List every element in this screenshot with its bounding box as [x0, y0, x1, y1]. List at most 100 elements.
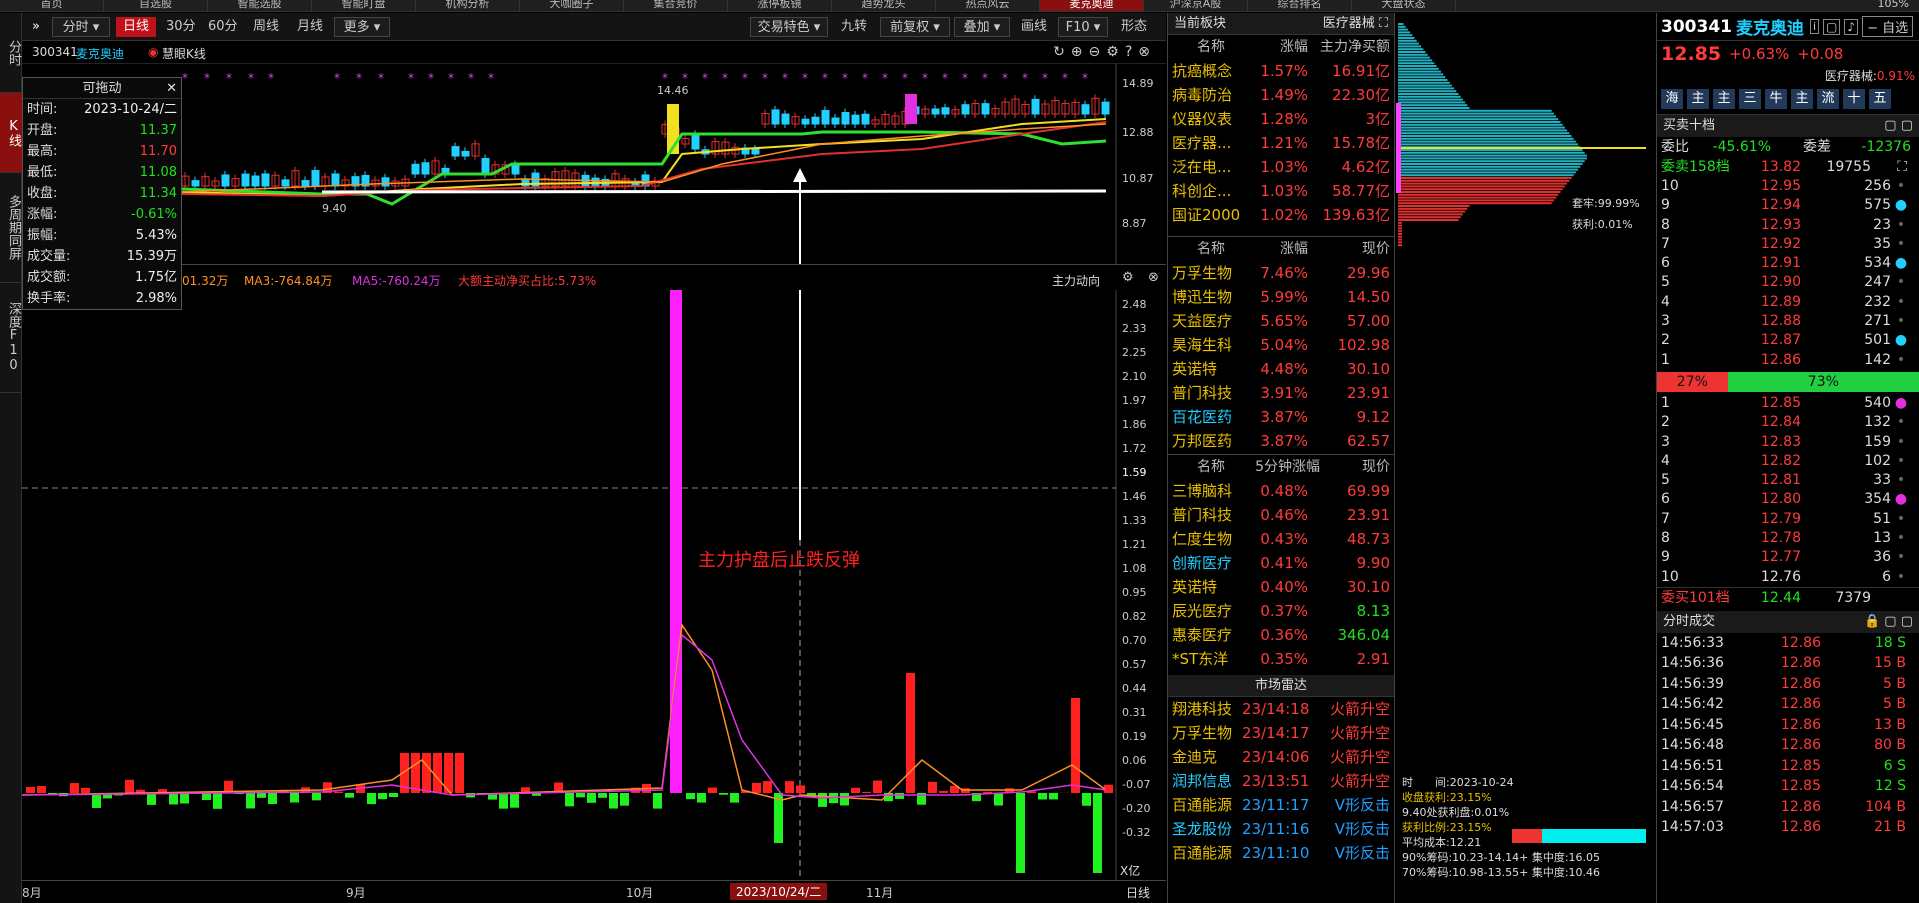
- left-tab-timeshare[interactable]: 分时: [0, 13, 22, 93]
- sector-row[interactable]: 万孚生物 7.46% 29.96: [1168, 261, 1394, 285]
- tool-pattern[interactable]: 形态: [1112, 17, 1156, 37]
- close-icon[interactable]: ⊗: [1148, 270, 1159, 285]
- sector-row[interactable]: 辰光医疗 0.37% 8.13: [1168, 599, 1394, 623]
- quote-tool-button[interactable]: 主: [1791, 89, 1813, 109]
- sector-row[interactable]: *ST东洋 0.35% 2.91: [1168, 647, 1394, 671]
- sector-row[interactable]: 天益医疗 5.65% 57.00: [1168, 309, 1394, 333]
- chevron-down-icon[interactable]: ◉: [148, 45, 158, 59]
- help-icon[interactable]: ?: [1125, 44, 1138, 60]
- info-icon[interactable]: i: [1809, 19, 1820, 34]
- row-name: 病毒防治: [1172, 86, 1233, 104]
- period-60min[interactable]: 60分: [202, 17, 242, 37]
- left-tab-multiperiod[interactable]: 多周期同屏: [0, 173, 22, 283]
- edit-icon[interactable]: ▢: [1823, 18, 1841, 35]
- quote-tool-button[interactable]: 十: [1843, 89, 1865, 109]
- period-label[interactable]: 日线: [1126, 884, 1150, 901]
- sector-row[interactable]: 万邦医药 3.87% 62.57: [1168, 429, 1394, 453]
- left-tab-kline[interactable]: K线: [0, 93, 22, 173]
- quote-tool-button[interactable]: 主: [1687, 89, 1709, 109]
- sector-row[interactable]: 英诺特 0.40% 30.10: [1168, 575, 1394, 599]
- top-tab[interactable]: 集合竞价: [624, 0, 728, 11]
- kline-chart[interactable]: 14.89 12.88 10.87 8.87 * * * * * * * * * * * * * * * * *…: [22, 64, 1166, 264]
- period-timeshare[interactable]: 分时 ▾: [52, 17, 110, 37]
- indicator-name[interactable]: 主力动向: [1052, 272, 1100, 289]
- quote-tool-button[interactable]: 主: [1713, 89, 1735, 109]
- tool-overlay[interactable]: 叠加 ▾: [954, 17, 1010, 37]
- top-tab[interactable]: 机构分析: [416, 0, 520, 11]
- period-more[interactable]: 更多 ▾: [334, 17, 390, 37]
- tool-adjust[interactable]: 前复权 ▾: [880, 17, 950, 37]
- top-tab[interactable]: 热点风云: [936, 0, 1040, 11]
- zoom-out-icon[interactable]: ⊖: [1089, 44, 1107, 60]
- top-tab[interactable]: 自选股: [104, 0, 208, 11]
- sector-row[interactable]: 科创企... 1.03% 58.77亿: [1168, 179, 1394, 203]
- close-icon[interactable]: ✕: [166, 78, 177, 99]
- left-tab-f10[interactable]: 深度F10: [0, 283, 22, 393]
- radar-row[interactable]: 润邦信息 23/13:51 火箭升空: [1168, 769, 1394, 793]
- sector-row[interactable]: 创新医疗 0.41% 9.90: [1168, 551, 1394, 575]
- top-tab[interactable]: 涨停板镜: [728, 0, 832, 11]
- main-force-chart[interactable]: 2.48 2.33 2.25 2.10 1.97 1.86 1.72 1.59 1.46 1.33…: [21, 290, 1166, 880]
- period-30min[interactable]: 30分: [160, 17, 200, 37]
- top-tab[interactable]: 沪深京A股: [1144, 0, 1248, 11]
- sector-row[interactable]: 英诺特 4.48% 30.10: [1168, 357, 1394, 381]
- zoom-in-icon[interactable]: ⊕: [1071, 44, 1089, 60]
- top-tab[interactable]: 智能盯盘: [312, 0, 416, 11]
- sector-row[interactable]: 百花医药 3.87% 9.12: [1168, 405, 1394, 429]
- signal-star: *: [902, 71, 908, 85]
- radar-row[interactable]: 百通能源 23/11:17 V形反击: [1168, 793, 1394, 817]
- tool-draw[interactable]: 画线: [1014, 17, 1054, 37]
- top-tab[interactable]: 智能选股: [208, 0, 312, 11]
- sector-row[interactable]: 国证2000 1.02% 139.63亿: [1168, 203, 1394, 227]
- quote-tool-button[interactable]: 牛: [1765, 89, 1787, 109]
- period-monthly[interactable]: 月线: [290, 17, 330, 37]
- sector-row[interactable]: 仪器仪表 1.28% 3亿: [1168, 107, 1394, 131]
- sector-current[interactable]: 医疗器械 ⛶: [1323, 13, 1388, 34]
- gear-icon[interactable]: ⚙: [1106, 44, 1125, 60]
- expand-icon[interactable]: ⛶: [1871, 157, 1907, 177]
- favorite-button[interactable]: − 自选: [1862, 16, 1914, 37]
- quote-tool-button[interactable]: 流: [1817, 89, 1839, 109]
- radar-row[interactable]: 百通能源 23/11:10 V形反击: [1168, 841, 1394, 865]
- radar-row[interactable]: 圣龙股份 23/11:16 V形反击: [1168, 817, 1394, 841]
- refresh-icon[interactable]: ↻: [1053, 44, 1071, 60]
- lock-icon[interactable]: 🔒 ▢ ▢: [1864, 611, 1913, 633]
- sector-row[interactable]: 普门科技 3.91% 23.91: [1168, 381, 1394, 405]
- row-value: 69.99: [1347, 482, 1390, 500]
- top-tab[interactable]: 趋势龙头: [832, 0, 936, 11]
- top-tab[interactable]: 麦克奥迪: [1040, 0, 1144, 11]
- sector-row[interactable]: 昊海生科 5.04% 102.98: [1168, 333, 1394, 357]
- period-daily[interactable]: 日线: [116, 17, 156, 37]
- expand-icon[interactable]: »: [26, 17, 46, 37]
- tool-trade-feature[interactable]: 交易特色 ▾: [750, 17, 828, 37]
- sector-row[interactable]: 泛在电... 1.03% 4.62亿: [1168, 155, 1394, 179]
- period-weekly[interactable]: 周线: [246, 17, 286, 37]
- quote-tool-button[interactable]: 五: [1869, 89, 1891, 109]
- sector-row[interactable]: 普门科技 0.46% 23.91: [1168, 503, 1394, 527]
- tool-f10[interactable]: F10 ▾: [1058, 17, 1108, 37]
- top-tab[interactable]: 大咖圈子: [520, 0, 624, 11]
- sector-row[interactable]: 惠泰医疗 0.36% 346.04: [1168, 623, 1394, 647]
- quote-tool-button[interactable]: 海: [1661, 89, 1683, 109]
- top-tab[interactable]: 首页: [0, 0, 104, 11]
- close-icon[interactable]: ⊗: [1138, 44, 1156, 60]
- quote-tool-button[interactable]: 三: [1739, 89, 1761, 109]
- draggable-info-box[interactable]: 可拖动 ✕ 时间: 2023-10-24/二 开盘: 11.37 最高: 11.70 最低:…: [22, 77, 182, 310]
- radar-row[interactable]: 万孚生物 23/14:17 火箭升空: [1168, 721, 1394, 745]
- sector-row[interactable]: 抗癌概念 1.57% 16.91亿: [1168, 59, 1394, 83]
- top-tab[interactable]: 综合排名: [1248, 0, 1352, 11]
- top-tab[interactable]: 大盘状态: [1352, 0, 1456, 11]
- sector-row[interactable]: 医疗器... 1.21% 15.78亿: [1168, 131, 1394, 155]
- indicator-name[interactable]: 慧眼K线: [162, 45, 206, 62]
- sector-row[interactable]: 仁度生物 0.43% 48.73: [1168, 527, 1394, 551]
- sector-row[interactable]: 病毒防治 1.49% 22.30亿: [1168, 83, 1394, 107]
- gear-icon[interactable]: ⚙: [1122, 270, 1134, 285]
- order-level: 9 12.94 575 ●: [1657, 196, 1919, 215]
- sector-row[interactable]: 博迅生物 5.99% 14.50: [1168, 285, 1394, 309]
- radar-row[interactable]: 翔港科技 23/14:18 火箭升空: [1168, 697, 1394, 721]
- tool-nine-turn[interactable]: 九转: [832, 17, 876, 37]
- radar-row[interactable]: 金迪克 23/14:06 火箭升空: [1168, 745, 1394, 769]
- sector-row[interactable]: 三博脑科 0.48% 69.99: [1168, 479, 1394, 503]
- layout-icons[interactable]: ▢ ▢: [1884, 115, 1913, 137]
- bell-icon[interactable]: ♪: [1844, 18, 1859, 35]
